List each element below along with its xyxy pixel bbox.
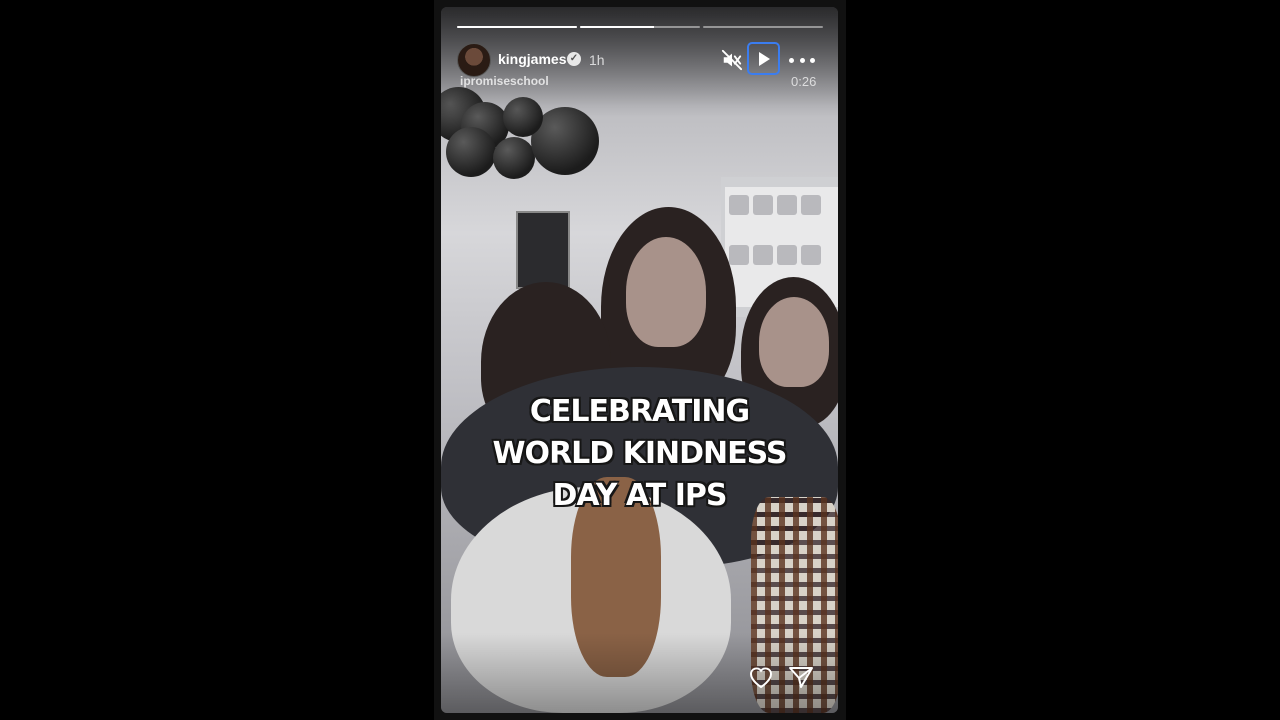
story-progress-bar <box>457 26 823 28</box>
story-caption: CELEBRATING WORLD KINDNESS DAY AT IPS <box>441 391 838 517</box>
video-duration: 0:26 <box>791 74 817 89</box>
more-options-button[interactable] <box>789 50 815 70</box>
progress-segment <box>703 26 823 28</box>
story-viewer[interactable]: kingjames ✓ 1h ipromiseschool 0:26 CELEB… <box>441 7 838 713</box>
dot <box>789 57 794 63</box>
bottom-gradient <box>441 633 838 713</box>
speaker-muted-icon[interactable] <box>721 49 743 71</box>
play-button[interactable] <box>747 42 780 75</box>
dot <box>799 57 805 63</box>
progress-segment <box>457 26 577 28</box>
heart-icon[interactable] <box>748 665 774 689</box>
balloon <box>493 137 535 179</box>
collab-account-link[interactable]: ipromiseschool <box>460 74 549 88</box>
avatar[interactable] <box>457 43 491 77</box>
play-icon <box>758 51 770 66</box>
send-icon[interactable] <box>788 665 814 689</box>
balloon <box>446 127 496 177</box>
caption-line: CELEBRATING <box>529 394 750 429</box>
post-time: 1h <box>589 52 605 68</box>
caption-line: DAY AT IPS <box>552 478 728 513</box>
progress-fill <box>457 26 577 28</box>
username[interactable]: kingjames <box>498 51 566 67</box>
progress-segment <box>580 26 700 28</box>
progress-fill <box>580 26 655 28</box>
person-face <box>759 297 829 387</box>
dot <box>810 57 815 63</box>
wall-poster <box>516 211 570 289</box>
caption-line: WORLD KINDNESS <box>492 436 787 471</box>
person-face <box>626 237 706 347</box>
verified-badge-icon: ✓ <box>567 52 581 66</box>
